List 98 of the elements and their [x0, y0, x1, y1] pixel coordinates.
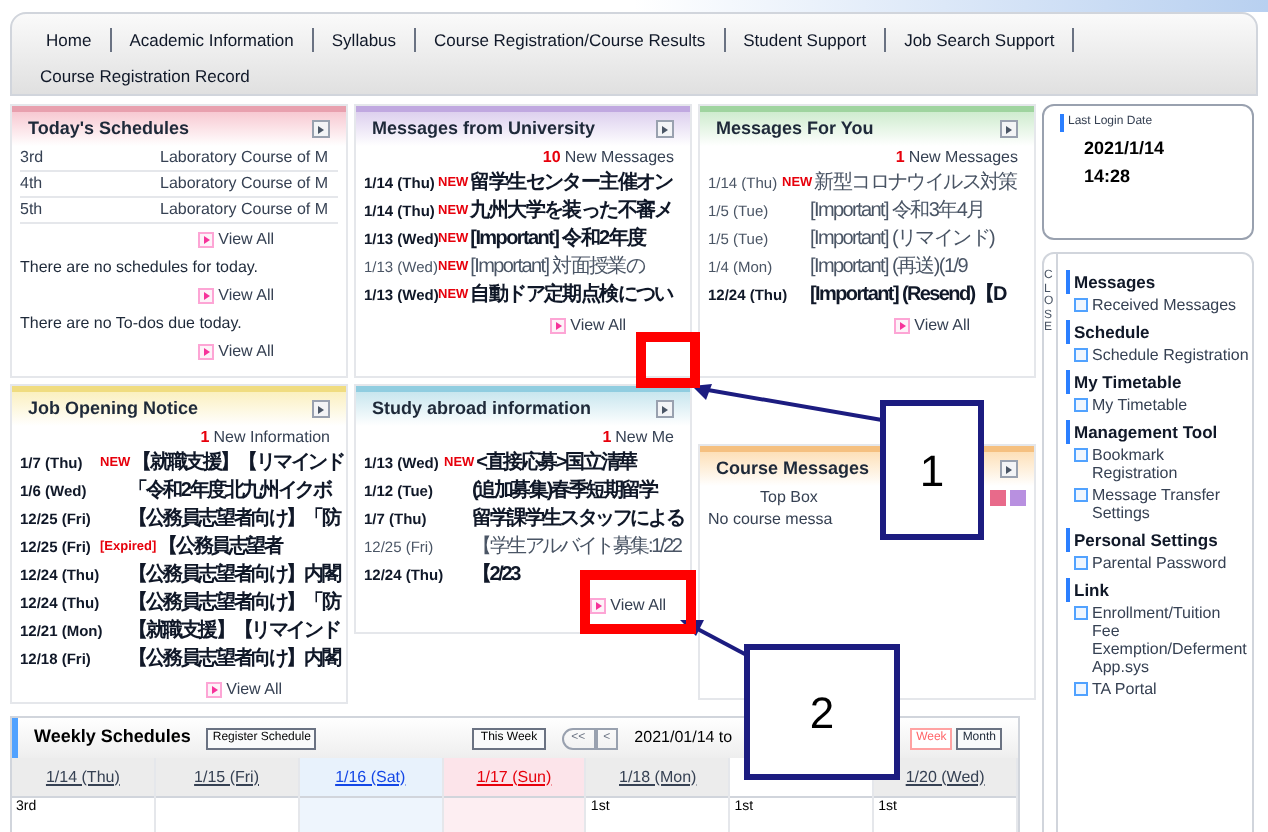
count-label: New Messages: [908, 146, 1018, 170]
new-count: 1: [602, 426, 612, 450]
panel-title: Study abroad information: [372, 395, 592, 422]
nav-tab[interactable]: Course Registration Record: [28, 63, 262, 89]
expand-icon[interactable]: [656, 400, 674, 418]
course-name: Laboratory Course of M: [160, 146, 329, 170]
expand-icon[interactable]: [1000, 120, 1018, 138]
empty-message: There are no schedules for today.: [20, 256, 261, 280]
message-subject: 【就職支援】【リマインド: [132, 452, 344, 476]
message-subject: 「令和2年度北九州イクボ: [128, 480, 331, 504]
count-label: New Information: [213, 426, 330, 450]
period-label: 4th: [20, 172, 45, 196]
message-subject: 【公務員志望者向け】「防: [128, 592, 340, 616]
menu-link[interactable]: Message Transfer Settings: [1066, 484, 1252, 524]
panel-title: Messages For You: [716, 115, 874, 142]
menu-link[interactable]: Schedule Registration: [1066, 344, 1252, 366]
message-subject: 【公務員志望者向け】内閣: [128, 564, 340, 588]
message-subject: 【公務員志望者向け】「防: [128, 508, 340, 532]
panel-title: Job Opening Notice: [28, 395, 199, 422]
message-subject: [Important] 対面授業の: [470, 256, 645, 280]
panel-title: Messages from University: [372, 115, 596, 142]
message-subject: 【就職支援】【リマインド: [128, 620, 340, 644]
expand-icon[interactable]: [656, 120, 674, 138]
view-all-link[interactable]: View All: [198, 340, 274, 364]
message-subject: 新型コロナウイルス対策: [814, 172, 1017, 196]
message-subject: [Important] (再送)(1/9: [810, 256, 967, 280]
new-count: 10: [542, 146, 561, 170]
period-label: 3rd: [20, 146, 46, 170]
arrow-icon: [894, 318, 911, 334]
new-count: 1: [895, 146, 905, 170]
message-subject: [Important] (Resend)【D: [810, 284, 1006, 308]
course-name: Laboratory Course of M: [160, 172, 329, 196]
view-all-link[interactable]: View All: [550, 314, 626, 338]
message-subject: 九州大学を装った不審メ: [470, 200, 673, 224]
view-all-link[interactable]: View All: [894, 314, 970, 338]
nav-tab[interactable]: Job Search Support: [886, 28, 1075, 52]
message-subject: 【公務員志望者: [158, 536, 282, 560]
arrow-icon: [198, 344, 215, 360]
message-subject: <直接応募>国立清華: [476, 452, 636, 476]
empty-message: There are no To-dos due today.: [20, 312, 244, 336]
nav-tab[interactable]: Home: [28, 28, 112, 52]
message-subject: 【公務員志望者向け】内閣: [128, 648, 340, 672]
view-all-link[interactable]: View All: [198, 228, 274, 252]
color-square-icon[interactable]: [1010, 489, 1026, 505]
menu-section-title: Link: [1066, 578, 1252, 602]
nav-tab[interactable]: Syllabus: [313, 28, 417, 52]
message-subject: 留学課学生スタッフによる: [472, 508, 684, 532]
menu-section-title: My Timetable: [1066, 370, 1252, 394]
panel-title: Today's Schedules: [28, 115, 189, 142]
arrow-icon: [550, 318, 567, 334]
arrow-icon: [198, 232, 215, 248]
message-subject: [Important] 令和2年度: [470, 228, 646, 252]
arrow-icon: [206, 682, 223, 698]
message-subject: 自動ドア定期点検につい: [470, 284, 673, 308]
panel-title: Weekly Schedules: [34, 724, 191, 751]
view-all-link[interactable]: View All: [198, 284, 274, 308]
login-time: 14:28: [1082, 163, 1133, 189]
arrow-icon: [198, 288, 215, 304]
highlight-frame: [636, 332, 700, 388]
login-date: 2021/1/14: [1082, 136, 1167, 162]
date-range: 2021/01/14 to: [634, 726, 733, 750]
color-square-icon[interactable]: [990, 489, 1006, 505]
arrow-icon: [590, 598, 607, 614]
highlight-frame: [580, 570, 696, 634]
message-subject: 【学生アルバイト募集:1/22: [472, 536, 681, 560]
expand-icon[interactable]: [312, 120, 330, 138]
nav-tab[interactable]: Student Support: [725, 28, 887, 52]
menu-link[interactable]: Received Messages: [1066, 294, 1252, 316]
expand-icon[interactable]: [1000, 460, 1018, 478]
menu-link[interactable]: Enrollment/Tuition Fee Exemption/Deferment App.sys: [1066, 602, 1252, 678]
menu-section-title: Personal Settings: [1066, 528, 1252, 552]
message-subject: [Important] (リマインド): [810, 228, 995, 252]
menu-link[interactable]: Bookmark Registration: [1066, 444, 1252, 484]
menu-link[interactable]: My Timetable: [1066, 394, 1252, 416]
count-label: New Messages: [564, 146, 674, 170]
menu-section-title: Management Tool: [1066, 420, 1252, 444]
callout-number: 2: [809, 685, 835, 741]
message-subject: 【2/23: [472, 564, 519, 588]
course-name: Laboratory Course of M: [160, 198, 329, 222]
menu-section-title: Schedule: [1066, 320, 1252, 344]
view-all-link[interactable]: View All: [206, 678, 282, 702]
count-label: New Me: [615, 426, 674, 450]
new-count: 1: [200, 426, 210, 450]
message-subject: [Important] 令和3年4月: [810, 200, 985, 224]
menu-link[interactable]: Parental Password: [1066, 552, 1252, 574]
panel-title: Course Messages: [716, 455, 870, 482]
message-subject: (追加募集)春季短期留学: [472, 480, 657, 504]
empty-message: No course messa: [706, 508, 835, 532]
message-subject: 留学生センター主催オン: [470, 172, 673, 196]
view-all-link[interactable]: View All: [590, 594, 666, 618]
nav-tab[interactable]: Course Registration/Course Results: [416, 28, 726, 52]
menu-section-title: Messages: [1066, 270, 1252, 294]
top-box-label: Top Box: [760, 485, 818, 509]
callout-number: 1: [919, 443, 945, 499]
period-label: 5th: [20, 198, 45, 222]
nav-tab[interactable]: Academic Information: [111, 28, 314, 52]
menu-link[interactable]: TA Portal: [1066, 678, 1252, 700]
expand-icon[interactable]: [312, 400, 330, 418]
